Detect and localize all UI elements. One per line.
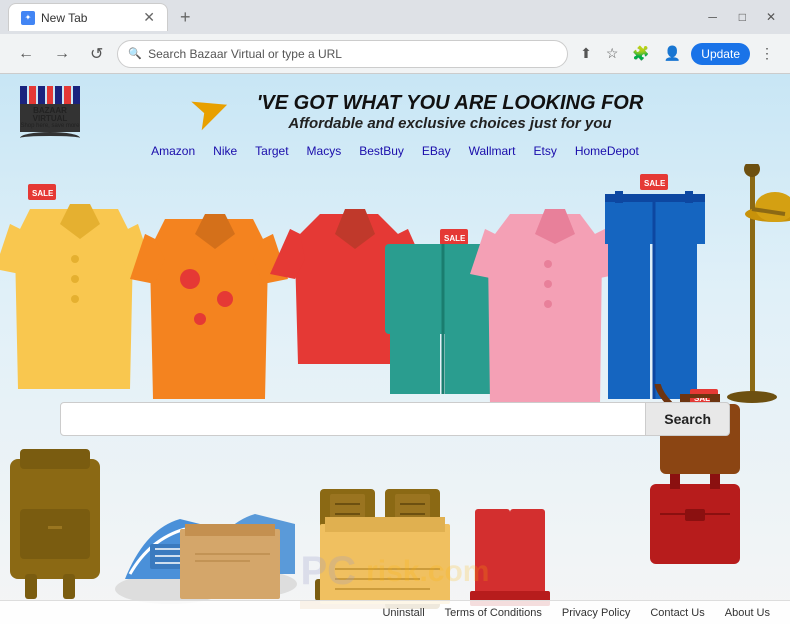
nav-homedepot[interactable]: HomeDepot	[575, 144, 639, 158]
lock-icon: 🔍	[128, 47, 142, 60]
stripe-5	[55, 86, 62, 104]
minimize-button[interactable]: －	[701, 7, 725, 28]
nav-bestbuy[interactable]: BestBuy	[359, 144, 404, 158]
clothes-illustration: SALE	[0, 164, 790, 404]
nav-etsy[interactable]: Etsy	[533, 144, 556, 158]
footer-privacy[interactable]: Privacy Policy	[562, 607, 630, 619]
logo-text-bottom: Shop here, save more	[20, 123, 80, 129]
nav-ebay[interactable]: EBay	[422, 144, 451, 158]
nav-wallmart[interactable]: Wallmart	[469, 144, 516, 158]
tab-close-button[interactable]: ✕	[143, 9, 155, 26]
address-bar[interactable]: 🔍 Search Bazaar Virtual or type a URL	[117, 40, 568, 68]
logo-arch	[20, 132, 80, 144]
headline-sub: Affordable and exclusive choices just fo…	[130, 115, 770, 132]
search-input[interactable]	[60, 402, 646, 436]
svg-text:SALE: SALE	[32, 189, 54, 198]
nav-target[interactable]: Target	[255, 144, 288, 158]
logo-text-top: BAZAAR VIRTUAL	[20, 107, 80, 123]
title-bar: ✦ New Tab ✕ + － □ ✕	[0, 0, 790, 34]
shoes-svg	[0, 429, 640, 609]
headline-main: 'VE GOT WHAT YOU ARE LOOKING FOR	[130, 92, 770, 115]
nav-macys[interactable]: Macys	[307, 144, 342, 158]
footer-terms[interactable]: Terms of Conditions	[445, 607, 542, 619]
tab-title: New Tab	[41, 11, 87, 25]
browser-tab[interactable]: ✦ New Tab ✕	[8, 3, 168, 31]
window-controls: － □ ✕	[701, 7, 782, 28]
clothes-svg: SALE	[0, 164, 790, 404]
stripe-4	[47, 86, 54, 104]
browser-frame: ✦ New Tab ✕ + － □ ✕ ← → ↺ 🔍 Search Bazaa…	[0, 0, 790, 624]
stripe-7	[73, 86, 80, 104]
shoes-illustration	[0, 429, 640, 609]
store-nav: Amazon Nike Target Macys BestBuy EBay Wa…	[0, 144, 790, 158]
tab-favicon: ✦	[21, 11, 35, 25]
headline-area: 'VE GOT WHAT YOU ARE LOOKING FOR Afforda…	[130, 92, 770, 132]
forward-button[interactable]: →	[48, 41, 76, 67]
nav-amazon[interactable]: Amazon	[151, 144, 195, 158]
bookmark-icon[interactable]: ☆	[602, 41, 623, 66]
page-footer: Uninstall Terms of Conditions Privacy Po…	[0, 600, 790, 624]
stripe-1	[20, 86, 27, 104]
address-text: Search Bazaar Virtual or type a URL	[148, 47, 557, 61]
stripe-2	[29, 86, 36, 104]
footer-contact[interactable]: Contact Us	[650, 607, 704, 619]
close-button[interactable]: ✕	[760, 8, 782, 26]
back-button[interactable]: ←	[12, 41, 40, 67]
footer-uninstall[interactable]: Uninstall	[382, 607, 424, 619]
page-content: BAZAAR VIRTUAL Shop here, save more ➤ 'V…	[0, 74, 790, 624]
new-tab-button[interactable]: +	[180, 7, 191, 28]
share-icon[interactable]: ⬆	[576, 41, 596, 66]
search-button[interactable]: Search	[646, 402, 730, 436]
logo-box: BAZAAR VIRTUAL Shop here, save more	[20, 104, 80, 132]
nav-icons: ⬆ ☆ 🧩 👤 Update ⋮	[576, 41, 778, 66]
search-area: Search	[60, 402, 730, 436]
extensions-icon[interactable]: 🧩	[628, 41, 653, 66]
stripe-3	[38, 86, 45, 104]
nav-nike[interactable]: Nike	[213, 144, 237, 158]
nav-bar: ← → ↺ 🔍 Search Bazaar Virtual or type a …	[0, 34, 790, 74]
profile-icon[interactable]: 👤	[660, 41, 685, 66]
svg-text:SALE: SALE	[444, 234, 466, 243]
update-button[interactable]: Update	[691, 43, 750, 65]
logo-stripes	[20, 86, 80, 104]
stripe-6	[64, 86, 71, 104]
maximize-button[interactable]: □	[733, 8, 752, 26]
svg-text:SALE: SALE	[644, 179, 666, 188]
reload-button[interactable]: ↺	[84, 40, 109, 68]
logo-area: BAZAAR VIRTUAL Shop here, save more	[20, 86, 80, 144]
menu-icon[interactable]: ⋮	[756, 41, 778, 66]
footer-about[interactable]: About Us	[725, 607, 770, 619]
